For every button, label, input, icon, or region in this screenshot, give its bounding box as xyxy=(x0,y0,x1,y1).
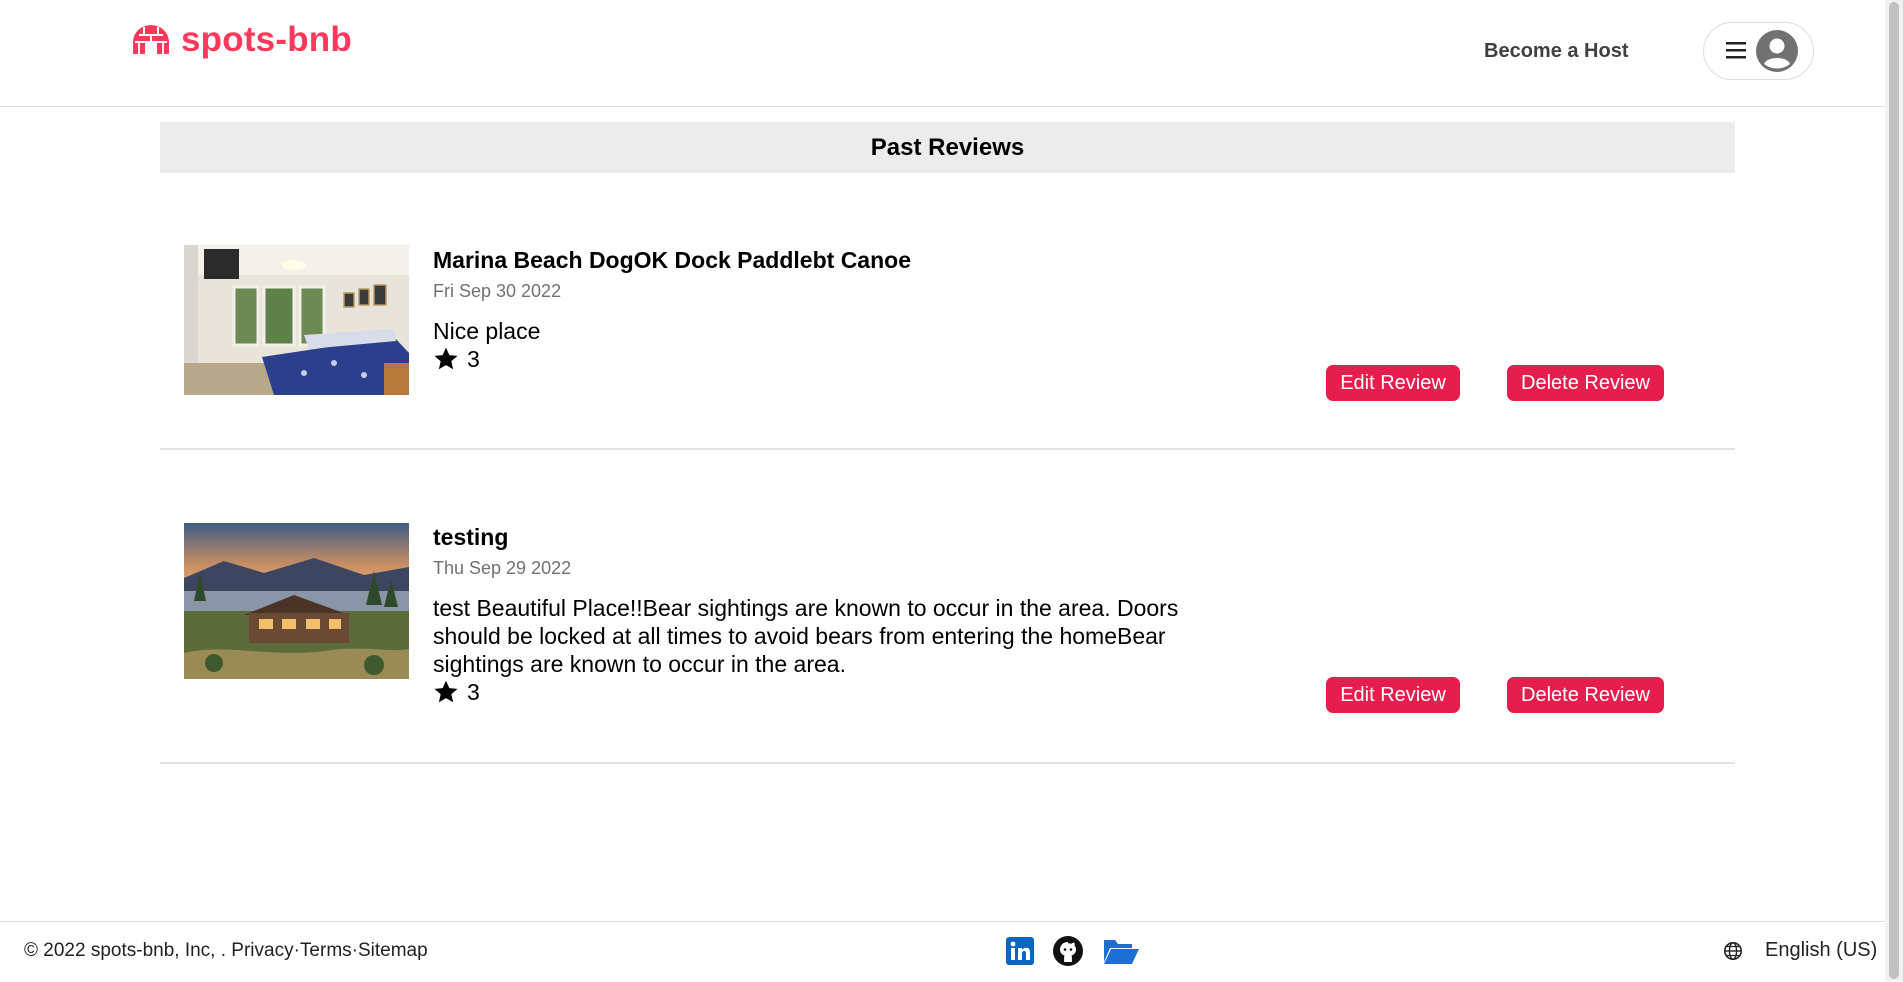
past-reviews-header: Past Reviews xyxy=(160,122,1735,173)
spot-thumbnail-image[interactable] xyxy=(184,245,409,395)
review-item: Marina Beach DogOK Dock Paddlebt Canoe F… xyxy=(160,174,1735,450)
review-date: Fri Sep 30 2022 xyxy=(433,281,562,301)
bedroom-photo xyxy=(184,245,409,395)
github-icon[interactable] xyxy=(1052,935,1084,967)
social-links xyxy=(1006,935,1140,967)
review-item: testing Thu Sep 29 2022 test Beautiful P… xyxy=(160,450,1735,764)
page-title: Past Reviews xyxy=(870,133,1025,161)
become-host-link[interactable]: Become a Host xyxy=(1484,40,1629,63)
review-date: Thu Sep 29 2022 xyxy=(433,558,572,578)
copyright-text: © 2022 spots-bnb, Inc, . xyxy=(24,940,227,961)
linkedin-icon[interactable] xyxy=(1006,937,1034,965)
star-icon xyxy=(434,347,458,370)
privacy-link[interactable]: Privacy xyxy=(231,940,293,962)
top-nav: spots-bnb Become a Host xyxy=(0,0,1885,107)
rating-value: 3 xyxy=(467,346,480,372)
delete-review-button[interactable]: Delete Review xyxy=(1507,677,1664,713)
edit-review-button[interactable]: Edit Review xyxy=(1326,365,1460,401)
review-text: test Beautiful Place!!Bear sightings are… xyxy=(433,595,1179,677)
spot-name-link[interactable]: testing xyxy=(433,524,1193,551)
language-label: English (US) xyxy=(1765,939,1878,961)
folder-icon[interactable] xyxy=(1102,936,1140,966)
brand-name: spots-bnb xyxy=(181,20,352,59)
brand-logo-link[interactable]: spots-bnb xyxy=(131,20,352,60)
hamburger-menu-icon xyxy=(1726,42,1746,59)
delete-review-button[interactable]: Delete Review xyxy=(1507,365,1664,401)
star-rating: 3 xyxy=(433,678,1193,706)
user-avatar-icon xyxy=(1756,30,1798,72)
spot-thumbnail-image[interactable] xyxy=(184,523,409,679)
lakehouse-photo xyxy=(184,523,409,679)
star-rating: 3 xyxy=(433,345,1193,373)
igloo-logo-icon xyxy=(133,25,169,54)
terms-link[interactable]: Terms xyxy=(300,940,352,962)
rating-value: 3 xyxy=(467,679,480,705)
page-scrollbar[interactable] xyxy=(1885,0,1903,981)
star-icon xyxy=(434,680,458,703)
edit-review-button[interactable]: Edit Review xyxy=(1326,677,1460,713)
language-selector[interactable]: English (US) xyxy=(1723,939,1877,962)
site-footer: © 2022 spots-bnb, Inc, . Privacy · Terms… xyxy=(0,921,1885,982)
review-text: Nice place xyxy=(433,318,541,344)
scrollbar-thumb[interactable] xyxy=(1889,2,1899,979)
sitemap-link[interactable]: Sitemap xyxy=(358,940,428,962)
spot-name-link[interactable]: Marina Beach DogOK Dock Paddlebt Canoe xyxy=(433,247,1193,274)
footer-links: © 2022 spots-bnb, Inc, . Privacy · Terms… xyxy=(24,940,428,962)
profile-menu-button[interactable] xyxy=(1703,22,1814,80)
globe-icon xyxy=(1724,941,1742,960)
